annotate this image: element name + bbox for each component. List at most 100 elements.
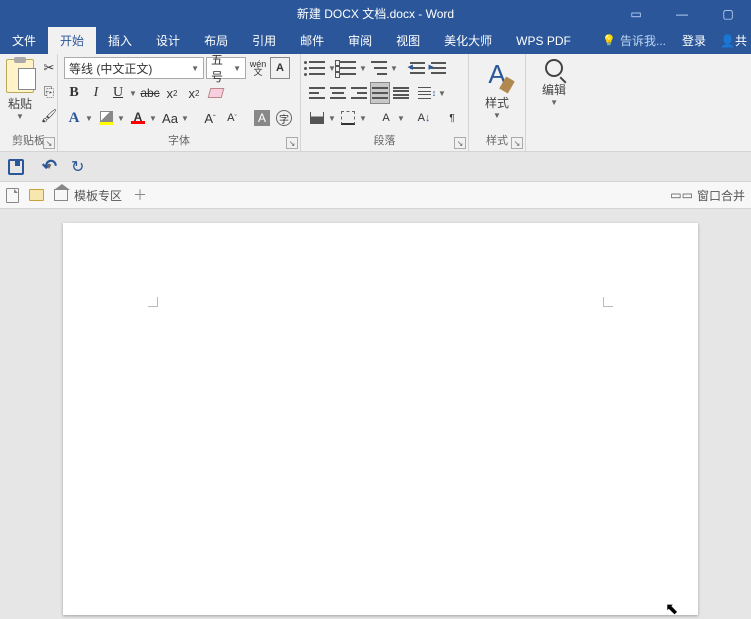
save-button[interactable] (8, 159, 24, 175)
align-center-icon (330, 87, 346, 99)
chevron-down-icon: ▼ (229, 64, 241, 73)
superscript-button[interactable]: x2 (184, 82, 204, 104)
enclose-characters-button[interactable]: 字 (274, 107, 294, 129)
font-size-combo[interactable]: 五号▼ (206, 57, 246, 79)
paste-dropdown[interactable]: ▼ (16, 112, 24, 121)
font-name-combo[interactable]: 等线 (中文正文)▼ (64, 57, 204, 79)
editing-button[interactable]: 编辑 ▼ (532, 57, 576, 107)
bucket-icon (310, 112, 324, 124)
page[interactable] (63, 223, 698, 615)
shading-button[interactable] (307, 107, 327, 129)
ribbon-display-options[interactable]: ▭ (613, 0, 659, 27)
multilevel-dropdown[interactable]: ▼ (389, 64, 399, 73)
tab-home[interactable]: 开始 (48, 27, 96, 54)
tab-file[interactable]: 文件 (0, 27, 48, 54)
shrink-font-button[interactable]: Aˇ (222, 107, 242, 129)
search-icon (545, 59, 563, 77)
multilevel-list-button[interactable] (369, 57, 389, 79)
paste-button[interactable]: 粘贴 (8, 95, 32, 112)
italic-button[interactable]: I (86, 82, 106, 104)
grow-font-button[interactable]: Aˆ (200, 107, 220, 129)
clear-formatting-button[interactable] (206, 82, 226, 104)
highlight-dropdown[interactable]: ▼ (116, 114, 126, 123)
login-button[interactable]: 登录 (672, 27, 716, 54)
align-distributed-button[interactable] (391, 82, 411, 104)
align-left-button[interactable] (307, 82, 327, 104)
align-center-button[interactable] (328, 82, 348, 104)
shading-dropdown[interactable]: ▼ (327, 114, 337, 123)
phonetic-guide-button[interactable]: wén文 (248, 57, 268, 79)
new-tab-button[interactable]: ＋ (132, 187, 148, 203)
styles-button[interactable]: A 样式 ▼ (475, 57, 519, 120)
subscript-button[interactable]: x2 (162, 82, 182, 104)
tab-references[interactable]: 引用 (240, 27, 288, 54)
increase-indent-button[interactable] (428, 57, 448, 79)
font-color-button[interactable]: A (128, 107, 148, 129)
undo-dropdown[interactable]: ▼ (45, 162, 53, 171)
ribbon-home: 粘贴 ▼ ✂ ⎘ 🖌 剪贴板 ↘ 等线 (中文正文)▼ 五号▼ wén文 A (0, 54, 751, 152)
change-case-dropdown[interactable]: ▼ (180, 114, 190, 123)
borders-icon (341, 111, 355, 125)
strikethrough-button[interactable]: abc (140, 82, 160, 104)
open-folder-icon[interactable] (29, 189, 44, 201)
share-button[interactable]: 👤共 (716, 27, 751, 54)
clipboard-launcher[interactable]: ↘ (43, 137, 55, 149)
font-launcher[interactable]: ↘ (286, 137, 298, 149)
tab-mailings[interactable]: 邮件 (288, 27, 336, 54)
sort-button[interactable]: A↓ (414, 107, 434, 129)
new-blank-icon[interactable] (6, 188, 19, 203)
document-title: 新建 DOCX 文档.docx - Word (297, 5, 454, 22)
merge-icon: ▭▭ (670, 188, 693, 202)
underline-button[interactable]: U (108, 82, 128, 104)
tab-view[interactable]: 视图 (384, 27, 432, 54)
document-tabs-bar: 模板专区 ＋ ▭▭ 窗口合并 (0, 182, 751, 209)
character-shading-button[interactable]: A (252, 107, 272, 129)
tell-me-search[interactable]: 💡告诉我... (596, 27, 672, 54)
line-spacing-dropdown[interactable]: ▼ (437, 89, 447, 98)
tab-wpspdf[interactable]: WPS PDF (504, 27, 583, 54)
align-left-icon (309, 87, 325, 99)
tab-beautify[interactable]: 美化大师 (432, 27, 504, 54)
decrease-indent-button[interactable] (407, 57, 427, 79)
tab-insert[interactable]: 插入 (96, 27, 144, 54)
redo-button[interactable]: ↻ (71, 157, 84, 177)
bullets-button[interactable] (307, 57, 327, 79)
tab-review[interactable]: 审阅 (336, 27, 384, 54)
tab-design[interactable]: 设计 (144, 27, 192, 54)
text-effects-button[interactable]: A (64, 107, 84, 129)
numbering-icon (340, 61, 356, 75)
styles-launcher[interactable]: ↘ (511, 137, 523, 149)
font-color-dropdown[interactable]: ▼ (148, 114, 158, 123)
editing-dropdown[interactable]: ▼ (550, 98, 558, 107)
window-merge-button[interactable]: ▭▭ 窗口合并 (670, 187, 745, 204)
underline-dropdown[interactable]: ▼ (128, 89, 138, 98)
text-effects-dropdown[interactable]: ▼ (84, 114, 94, 123)
borders-button[interactable] (338, 107, 358, 129)
character-border-button[interactable]: A (270, 57, 290, 79)
tab-layout[interactable]: 布局 (192, 27, 240, 54)
text-direction-dropdown[interactable]: ▼ (396, 114, 406, 123)
margin-marker-tr (603, 297, 613, 307)
minimize-button[interactable]: — (659, 0, 705, 27)
styles-dropdown[interactable]: ▼ (493, 111, 501, 120)
bold-button[interactable]: B (64, 82, 84, 104)
show-marks-button[interactable]: ¶ (442, 107, 462, 129)
numbering-dropdown[interactable]: ▼ (358, 64, 368, 73)
copy-button[interactable]: ⎘ (40, 83, 58, 101)
format-painter-button[interactable]: 🖌 (40, 107, 58, 125)
template-zone-tab[interactable]: 模板专区 (54, 187, 122, 204)
text-direction-button[interactable]: A (376, 107, 396, 129)
maximize-button[interactable]: ▢ (705, 0, 751, 27)
eraser-icon (208, 88, 225, 98)
paragraph-launcher[interactable]: ↘ (454, 137, 466, 149)
paste-icon[interactable] (6, 59, 34, 93)
numbering-button[interactable] (338, 57, 358, 79)
borders-dropdown[interactable]: ▼ (358, 114, 368, 123)
line-spacing-button[interactable]: ↕ (417, 82, 437, 104)
document-canvas[interactable]: ⬉ (0, 209, 751, 615)
highlight-button[interactable] (96, 107, 116, 129)
cut-button[interactable]: ✂ (40, 59, 58, 77)
align-right-button[interactable] (349, 82, 369, 104)
change-case-button[interactable]: Aa (160, 107, 180, 129)
align-justify-button[interactable] (370, 82, 390, 104)
